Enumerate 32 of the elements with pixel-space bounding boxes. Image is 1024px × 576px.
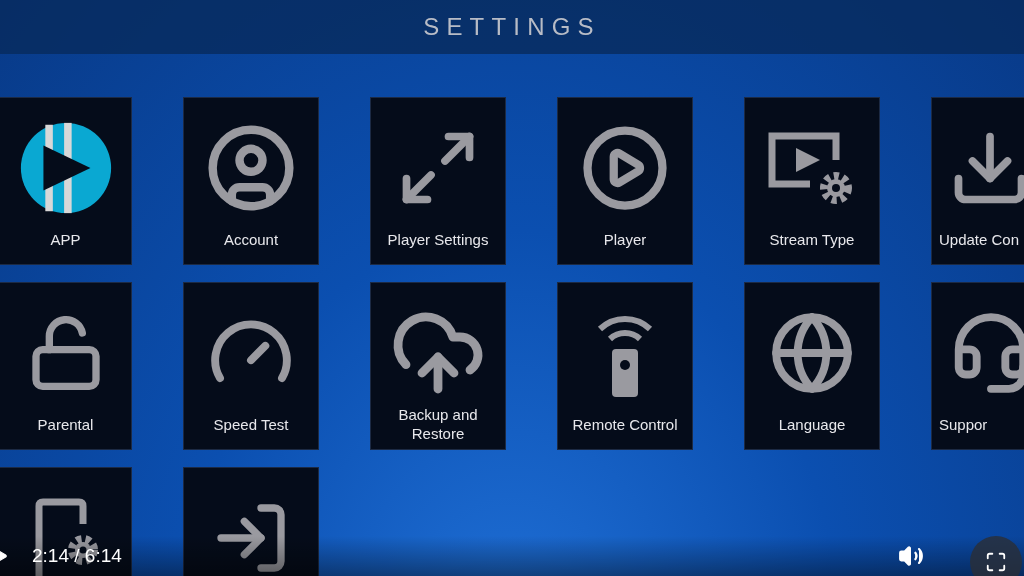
settings-tile[interactable]: Update Con [931,97,1024,265]
play-circle-icon [580,123,670,213]
settings-tile[interactable]: Suppor [931,282,1024,450]
tile-label: Update Con [939,229,1020,249]
globe-icon [769,310,855,396]
user-icon [205,122,297,214]
settings-tile[interactable]: Remote Control [557,282,693,450]
fullscreen-icon [985,551,1007,573]
play-logo-icon [18,121,113,215]
tile-label: Speed Test [213,414,289,434]
tile-label: Player [603,229,647,249]
tile-label: Parental [37,414,94,434]
tile-label: Language [778,414,846,434]
settings-tile[interactable]: Stream Type [744,97,880,265]
tile-label: Stream Type [769,229,855,249]
settings-tile[interactable]: Backup and Restore [370,282,506,450]
fullscreen-button[interactable] [970,536,1022,576]
settings-tile[interactable]: APP [0,97,132,265]
settings-tile[interactable]: Player Settings [370,97,506,265]
tile-label: Player Settings [387,229,489,249]
tile-label: APP [50,229,81,249]
tile-label: Account [223,229,279,249]
tile-label: Remote Control [572,414,678,434]
settings-tile[interactable]: Speed Test [183,282,319,450]
settings-tile[interactable]: Player [557,97,693,265]
page-title: SETTINGS [423,12,601,42]
volume-icon[interactable] [898,543,924,569]
settings-tile[interactable]: Language [744,282,880,450]
settings-tile[interactable]: Account [183,97,319,265]
settings-tile[interactable]: Parental [0,282,132,450]
tile-label: Suppor [939,414,988,434]
tile-label: Backup and Restore [397,405,479,443]
